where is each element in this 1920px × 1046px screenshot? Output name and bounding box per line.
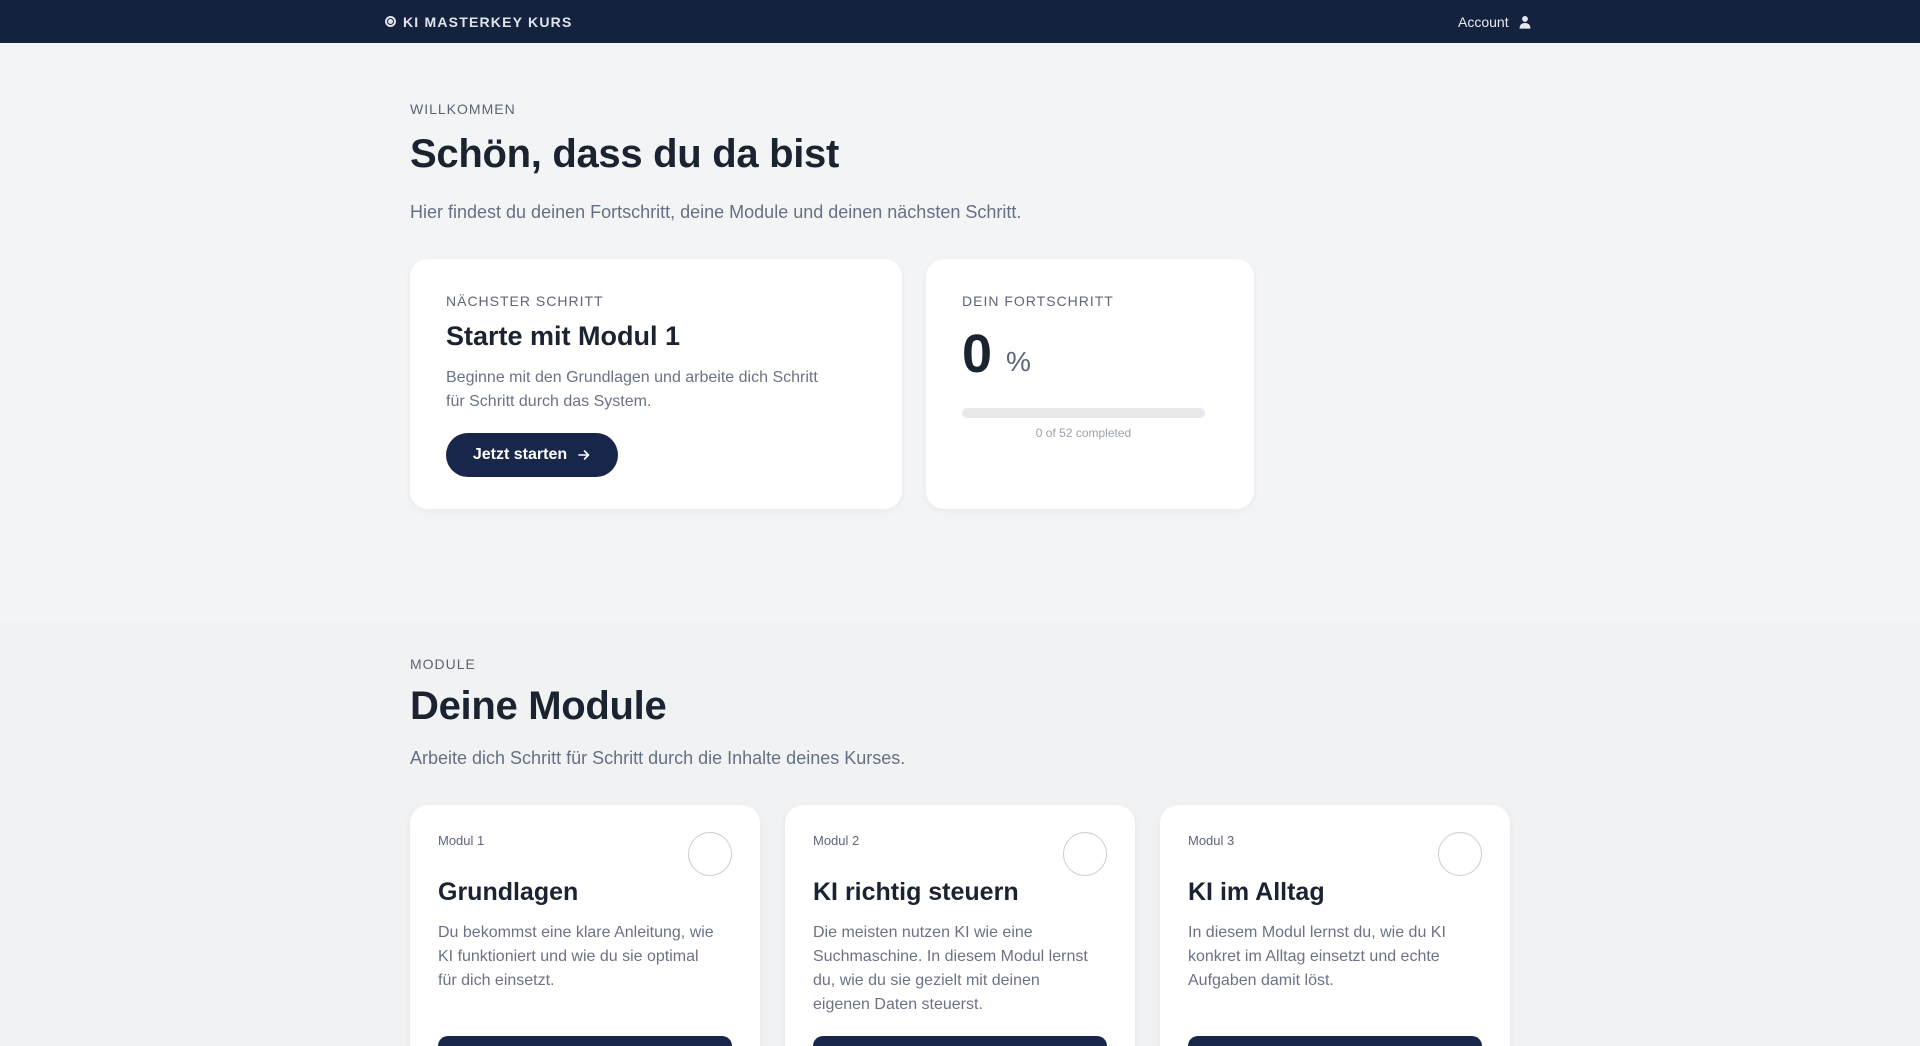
account-label: Account	[1458, 13, 1509, 30]
arrow-right-icon	[578, 450, 590, 460]
module-description: In diesem Modul lernst du, wie du KI kon…	[1188, 921, 1446, 993]
brand-dot-icon	[385, 16, 396, 27]
modules-lead: Arbeite dich Schritt für Schritt durch d…	[410, 748, 906, 768]
module-card-2[interactable]: Modul 2 KI richtig steuern Die meisten n…	[785, 805, 1135, 1046]
brand-name: KI MASTERKEY KURS	[403, 13, 573, 30]
next-step-eyebrow: NÄCHSTER SCHRITT	[446, 293, 604, 309]
module-title: KI richtig steuern	[813, 878, 1019, 906]
module-card-3[interactable]: Modul 3 KI im Alltag In diesem Modul ler…	[1160, 805, 1510, 1046]
module-checkbox[interactable]	[1063, 832, 1107, 876]
progress-bar	[962, 408, 1205, 418]
module-title: KI im Alltag	[1188, 878, 1325, 906]
module-description: Du bekommst eine klare Anleitung, wie KI…	[438, 921, 714, 993]
start-button-label: Jetzt starten	[472, 446, 568, 463]
module-desc-line: Aufgaben damit löst.	[1188, 972, 1334, 989]
user-icon	[1519, 15, 1531, 29]
module-card-1[interactable]: Modul 1 Grundlagen Du bekommst eine klar…	[410, 805, 760, 1046]
progress-percent-value: 0	[962, 324, 993, 384]
module-desc-line: Die meisten nutzen KI wie eine	[813, 924, 1033, 941]
progress-eyebrow: DEIN FORTSCHRITT	[962, 293, 1114, 309]
module-desc-line: Suchmaschine. In diesem Modul lernst	[813, 948, 1088, 965]
progress-caption: 0 of 52 completed	[1035, 426, 1132, 440]
module-label: Modul 3	[1188, 833, 1235, 848]
page-title: Schön, dass du da bist	[410, 132, 840, 176]
module-open-button[interactable]	[1188, 1036, 1482, 1046]
next-step-desc-line: für Schritt durch das System.	[446, 393, 652, 410]
next-step-description: Beginne mit den Grundlagen und arbeite d…	[446, 366, 818, 414]
account-button[interactable]: Account	[1458, 0, 1532, 43]
module-desc-line: KI funktioniert und wie du sie optimal	[438, 948, 699, 965]
module-label: Modul 1	[438, 833, 485, 848]
progress-percent-unit: %	[1006, 346, 1031, 377]
next-step-card: NÄCHSTER SCHRITT Starte mit Modul 1 Begi…	[410, 259, 902, 509]
progress-card: DEIN FORTSCHRITT 0 % 0 of 52 completed	[926, 259, 1254, 509]
module-title: Grundlagen	[438, 878, 579, 906]
module-open-button[interactable]	[438, 1036, 732, 1046]
start-button[interactable]: Jetzt starten	[446, 433, 618, 477]
module-desc-line: für dich einsetzt.	[438, 972, 555, 989]
module-desc-line: In diesem Modul lernst du, wie du KI	[1188, 924, 1446, 941]
module-description: Die meisten nutzen KI wie eine Suchmasch…	[813, 921, 1088, 1017]
welcome-lead: Hier findest du deinen Fortschritt, dein…	[410, 202, 1022, 222]
module-open-button[interactable]	[813, 1036, 1107, 1046]
module-desc-line: konkret im Alltag einsetzt und echte	[1188, 948, 1440, 965]
next-step-desc-line: Beginne mit den Grundlagen und arbeite d…	[446, 369, 818, 386]
module-checkbox[interactable]	[688, 832, 732, 876]
module-desc-line: eigenen Daten steuerst.	[813, 996, 983, 1013]
module-label: Modul 2	[813, 833, 860, 848]
modules-title: Deine Module	[410, 684, 667, 728]
top-nav-bar: KI MASTERKEY KURS Account	[0, 0, 1920, 43]
module-desc-line: Du bekommst eine klare Anleitung, wie	[438, 924, 714, 941]
welcome-eyebrow: WILLKOMMEN	[410, 101, 516, 117]
next-step-title: Starte mit Modul 1	[446, 321, 681, 351]
brand-logo[interactable]: KI MASTERKEY KURS	[385, 0, 573, 43]
modules-eyebrow: MODULE	[410, 656, 476, 672]
module-checkbox[interactable]	[1438, 832, 1482, 876]
module-desc-line: du, wie du sie gezielt mit deinen	[813, 972, 1040, 989]
